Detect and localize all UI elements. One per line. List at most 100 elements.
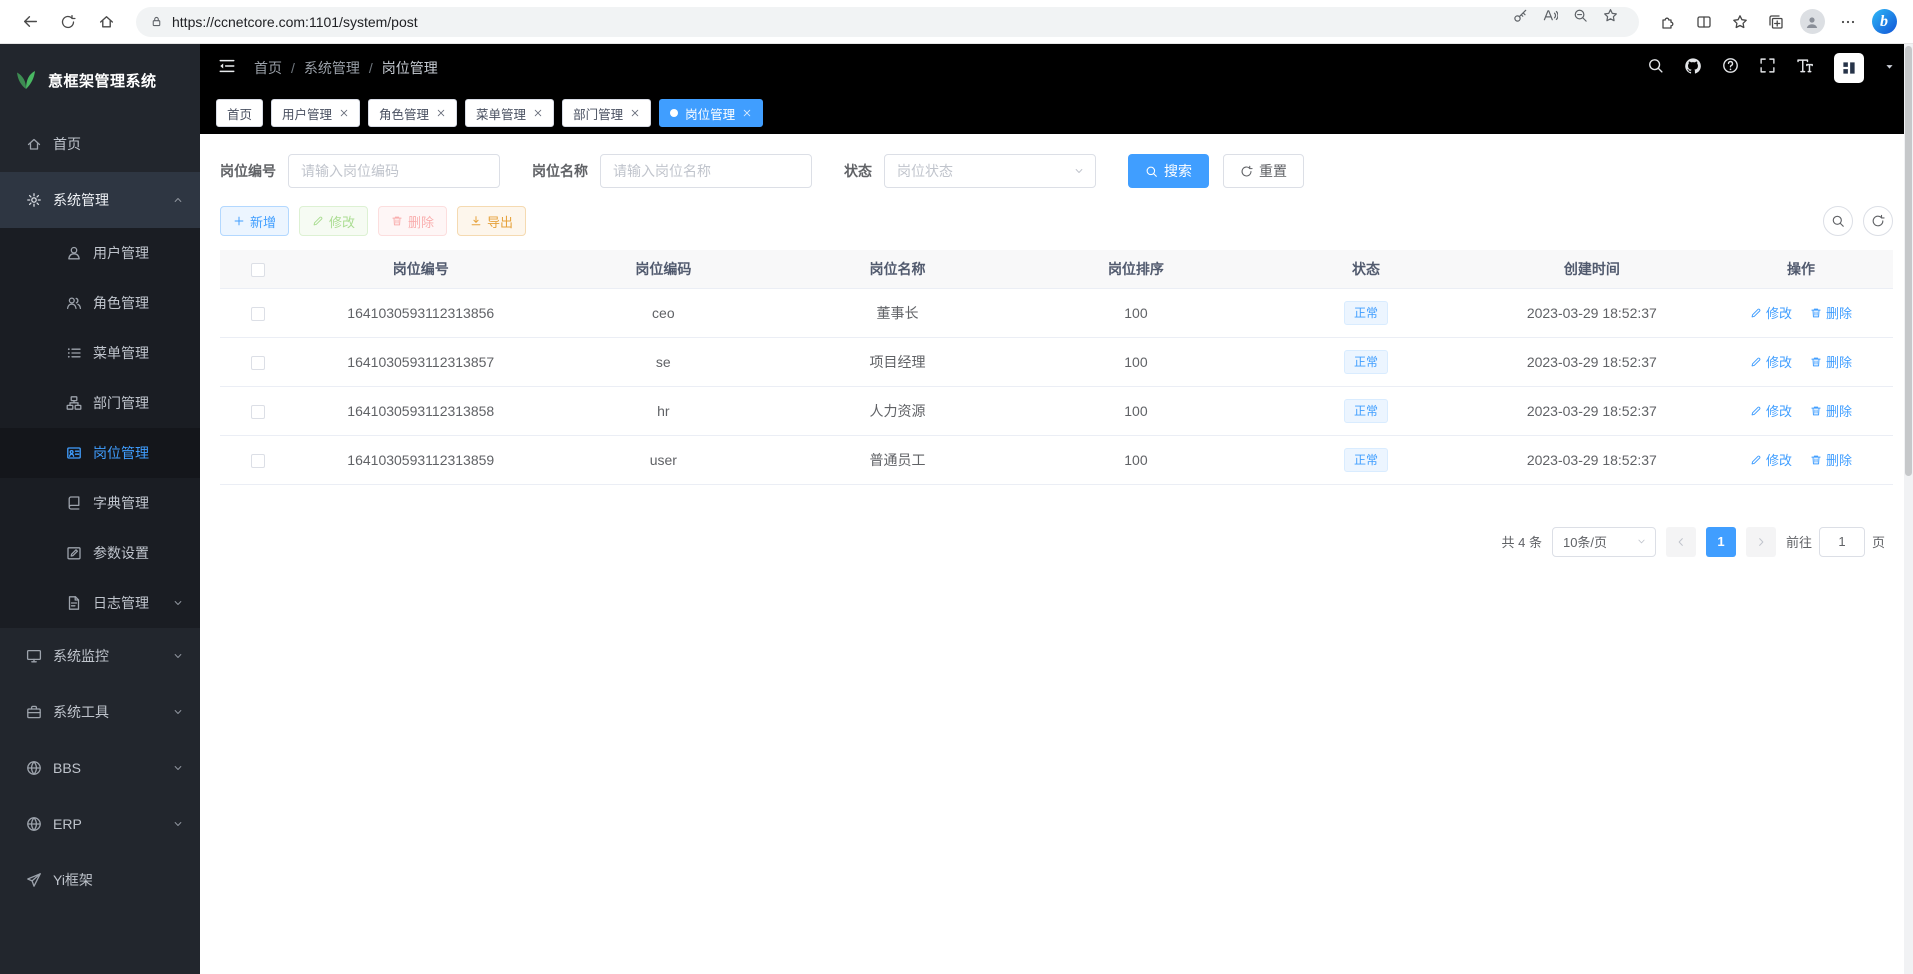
site-info-lock-icon[interactable] (150, 15, 163, 28)
font-size-button[interactable] (1796, 57, 1814, 80)
next-page-button[interactable] (1746, 527, 1776, 557)
read-aloud-icon (1543, 8, 1558, 23)
sidebar-item-1[interactable]: 系统管理 (0, 172, 200, 228)
breadcrumb-item[interactable]: 首页 (254, 58, 282, 78)
sidebar-item-6[interactable]: 岗位管理 (0, 428, 200, 478)
close-icon[interactable] (630, 108, 640, 118)
tab-0[interactable]: 首页 (216, 99, 263, 127)
row-delete-link[interactable]: 删除 (1810, 401, 1852, 420)
read-aloud-button[interactable] (1543, 8, 1573, 36)
browser-back-button[interactable] (12, 5, 48, 39)
sidebar-item-3[interactable]: 角色管理 (0, 278, 200, 328)
url-text[interactable]: https://ccnetcore.com:1101/system/post (172, 14, 1513, 30)
row-checkbox[interactable] (251, 405, 265, 419)
back-icon (22, 13, 39, 30)
hamburger-fold-icon (218, 57, 236, 75)
scrollbar-thumb[interactable] (1905, 46, 1912, 476)
sidebar-item-11[interactable]: 系统工具 (0, 684, 200, 740)
close-icon[interactable] (339, 108, 349, 118)
user-menu-caret[interactable] (1884, 59, 1895, 77)
cell-post-sort: 100 (1015, 386, 1258, 435)
add-button[interactable]: 新增 (220, 206, 289, 236)
delete-button[interactable]: 删除 (378, 206, 447, 236)
page-size-select[interactable]: 10条/页 (1552, 527, 1656, 557)
browser-profile-button[interactable] (1795, 5, 1829, 39)
extensions-button[interactable] (1651, 5, 1685, 39)
book-icon (66, 495, 82, 511)
tab-5[interactable]: 岗位管理 (659, 99, 763, 127)
fullscreen-button[interactable] (1759, 57, 1776, 79)
sidebar-item-2[interactable]: 用户管理 (0, 228, 200, 278)
status-select[interactable]: 岗位状态 (884, 154, 1096, 188)
tab-3[interactable]: 菜单管理 (465, 99, 554, 127)
table-row[interactable]: 1641030593112313859user普通员工100正常2023-03-… (220, 435, 1893, 484)
sidebar-item-8[interactable]: 参数设置 (0, 528, 200, 578)
sidebar-item-label: 用户管理 (93, 243, 149, 263)
tab-2[interactable]: 角色管理 (368, 99, 457, 127)
add-favorite-button[interactable] (1603, 8, 1633, 36)
sidebar-item-label: 角色管理 (93, 293, 149, 313)
app-logo[interactable]: 意框架管理系统 (0, 44, 200, 116)
help-button[interactable] (1722, 57, 1739, 79)
row-edit-link[interactable]: 修改 (1750, 352, 1792, 371)
table-row[interactable]: 1641030593112313857se项目经理100正常2023-03-29… (220, 337, 1893, 386)
browser-settings-button[interactable] (1831, 5, 1865, 39)
close-icon[interactable] (436, 108, 446, 118)
toggle-search-button[interactable] (1823, 206, 1853, 236)
close-icon[interactable] (742, 108, 752, 118)
user-avatar[interactable] (1834, 53, 1864, 83)
post-code-input[interactable] (288, 154, 500, 188)
goto-page-input[interactable] (1819, 527, 1865, 557)
sidebar-item-9[interactable]: 日志管理 (0, 578, 200, 628)
chevron-right-icon (1755, 536, 1767, 548)
row-delete-link[interactable]: 删除 (1810, 303, 1852, 322)
collections-button[interactable] (1759, 5, 1793, 39)
sidebar-item-12[interactable]: BBS (0, 740, 200, 796)
sidebar-item-14[interactable]: Yi框架 (0, 852, 200, 908)
zoom-button[interactable] (1573, 8, 1603, 36)
github-link[interactable] (1684, 57, 1702, 80)
row-delete-link[interactable]: 删除 (1810, 450, 1852, 469)
row-checkbox[interactable] (251, 356, 265, 370)
browser-home-button[interactable] (88, 5, 124, 39)
active-tab-dot (670, 109, 678, 117)
breadcrumb-item[interactable]: 系统管理 (304, 58, 360, 78)
favorites-button[interactable] (1723, 5, 1757, 39)
tab-4[interactable]: 部门管理 (562, 99, 651, 127)
password-manager-button[interactable] (1513, 8, 1543, 36)
sidebar-toggle-button[interactable] (218, 57, 236, 80)
page-scrollbar[interactable] (1904, 44, 1913, 974)
row-edit-link[interactable]: 修改 (1750, 303, 1792, 322)
refresh-table-button[interactable] (1863, 206, 1893, 236)
sidebar-item-4[interactable]: 菜单管理 (0, 328, 200, 378)
row-checkbox[interactable] (251, 454, 265, 468)
table-row[interactable]: 1641030593112313856ceo董事长100正常2023-03-29… (220, 288, 1893, 337)
row-delete-link[interactable]: 删除 (1810, 352, 1852, 371)
sidebar-item-10[interactable]: 系统监控 (0, 628, 200, 684)
close-icon[interactable] (533, 108, 543, 118)
sidebar-item-5[interactable]: 部门管理 (0, 378, 200, 428)
header-search-button[interactable] (1647, 57, 1664, 79)
post-name-input[interactable] (600, 154, 812, 188)
address-bar[interactable]: https://ccnetcore.com:1101/system/post (136, 7, 1639, 37)
prev-page-button[interactable] (1666, 527, 1696, 557)
export-button[interactable]: 导出 (457, 206, 526, 236)
tab-1[interactable]: 用户管理 (271, 99, 360, 127)
sidebar-item-7[interactable]: 字典管理 (0, 478, 200, 528)
row-edit-link[interactable]: 修改 (1750, 401, 1792, 420)
row-checkbox[interactable] (251, 307, 265, 321)
copilot-button[interactable]: b (1867, 5, 1901, 39)
goto-label: 前往 (1786, 532, 1812, 551)
split-screen-button[interactable] (1687, 5, 1721, 39)
sidebar-item-0[interactable]: 首页 (0, 116, 200, 172)
table-row[interactable]: 1641030593112313858hr人力资源100正常2023-03-29… (220, 386, 1893, 435)
browser-refresh-button[interactable] (50, 5, 86, 39)
sidebar-item-13[interactable]: ERP (0, 796, 200, 852)
page-1-button[interactable]: 1 (1706, 527, 1736, 557)
row-edit-link[interactable]: 修改 (1750, 450, 1792, 469)
select-all-checkbox[interactable] (251, 263, 265, 277)
cell-post-name: 董事长 (780, 288, 1014, 337)
edit-button[interactable]: 修改 (299, 206, 368, 236)
reset-button[interactable]: 重置 (1223, 154, 1304, 188)
search-button[interactable]: 搜索 (1128, 154, 1209, 188)
